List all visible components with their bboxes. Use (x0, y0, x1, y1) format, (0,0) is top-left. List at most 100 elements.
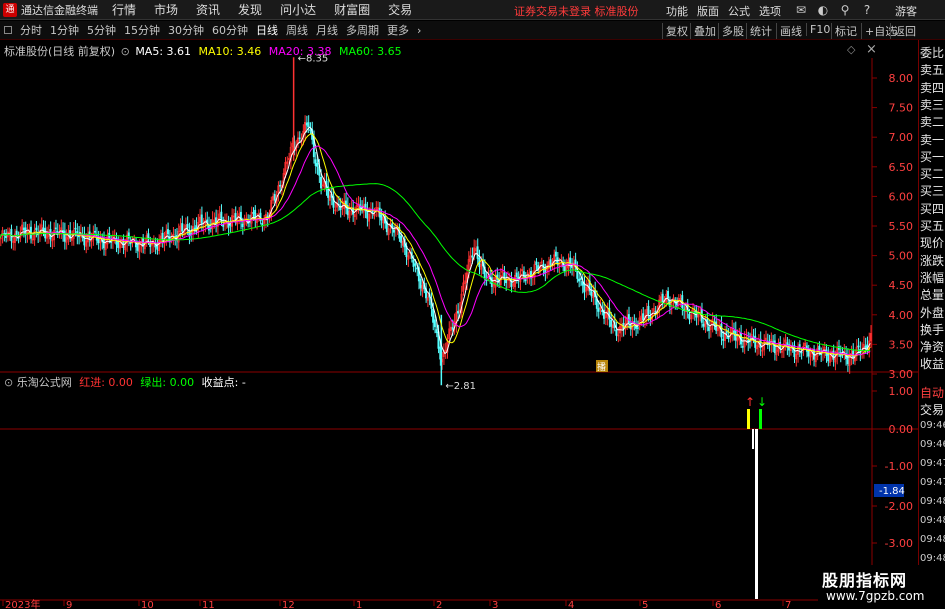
trade-time: 09:48 (920, 553, 945, 564)
date-tick-label: 1 (356, 600, 362, 609)
close-icon[interactable]: × (866, 42, 877, 57)
candle-body (627, 314, 630, 324)
side-item-1[interactable]: 卖五 (920, 61, 945, 78)
adjust-button[interactable]: 复权 (662, 23, 691, 39)
skin-icon[interactable]: ◐ (815, 2, 831, 18)
candle-body (279, 184, 282, 187)
chart-canvas[interactable]: 8.00 7.50 7.00 6.50 6.00 5.50 5.00 4.50 4.00 3.50… (0, 40, 918, 609)
period-15min[interactable]: 15分钟 (120, 22, 164, 38)
period-30min[interactable]: 30分钟 (164, 22, 208, 38)
stock-title: 标准股份(日线 前复权) (4, 45, 116, 58)
buy-signal-bar (747, 409, 750, 429)
guest-label[interactable]: 游客 (895, 3, 917, 19)
side-item-4[interactable]: 卖二 (920, 113, 945, 130)
period-monthly[interactable]: 月线 (312, 22, 342, 38)
sell-arrow-icon: ↓ (757, 395, 767, 409)
more-arrow-icon[interactable]: › (413, 24, 425, 37)
side-item-14[interactable]: 总量 (920, 286, 945, 303)
menu-options[interactable]: 选项 (759, 3, 781, 19)
period-5min[interactable]: 5分钟 (83, 22, 120, 38)
side-item-15[interactable]: 外盘 (920, 304, 945, 321)
mark-button[interactable]: 标记 (831, 23, 860, 39)
date-tick-label: 9 (66, 600, 72, 609)
candle-body (273, 194, 276, 201)
kline-chart[interactable]: 8.00 7.50 7.00 6.50 6.00 5.50 5.00 4.50 4.00 3.50… (0, 40, 918, 609)
candle-body (661, 293, 664, 303)
candle-body (773, 340, 776, 354)
side-item-16[interactable]: 换手 (920, 321, 945, 338)
side-item-12[interactable]: 涨跌 (920, 252, 945, 269)
menu-formula[interactable]: 公式 (728, 3, 750, 19)
period-multi[interactable]: 多周期 (342, 22, 383, 38)
trade-label[interactable]: 交易 (920, 401, 945, 418)
overlay-button[interactable]: 叠加 (690, 23, 719, 39)
login-warning[interactable]: 证券交易未登录 标准股份 (514, 3, 639, 19)
period-daily[interactable]: 日线 (252, 22, 282, 38)
side-item-8[interactable]: 买三 (920, 182, 945, 199)
side-item-18[interactable]: 收益 (920, 355, 945, 372)
candle-body (241, 223, 244, 228)
period-weekly[interactable]: 周线 (282, 22, 312, 38)
menu-wealth[interactable]: 财富圈 (334, 1, 370, 18)
candle-body (667, 290, 669, 299)
back-button[interactable]: 返回 (890, 23, 919, 39)
indicator-settings-icon[interactable]: ⊙ (4, 376, 13, 389)
side-item-11[interactable]: 现价 (920, 234, 945, 251)
message-icon[interactable]: ✉ (793, 2, 809, 18)
side-item-17[interactable]: 净资 (920, 338, 945, 355)
toggle-icon[interactable] (4, 26, 12, 34)
auto-label[interactable]: 自动 (920, 384, 945, 401)
candle-body (549, 259, 552, 266)
ma5-label: MA5: 3.61 (135, 45, 192, 58)
search-icon[interactable]: ⚲ (837, 2, 853, 18)
settings-icon[interactable]: ⊙ (121, 45, 130, 58)
stats-button[interactable]: 统计 (746, 23, 775, 39)
watermark: 股朋指标网 www.7gpzb.com (818, 565, 945, 609)
menu-market[interactable]: 市场 (154, 1, 178, 18)
menu-discover[interactable]: 发现 (238, 1, 262, 18)
side-item-7[interactable]: 买二 (920, 165, 945, 182)
period-1min[interactable]: 1分钟 (46, 22, 83, 38)
menu-function[interactable]: 功能 (666, 3, 688, 19)
menu-news[interactable]: 资讯 (196, 1, 220, 18)
candle-body (166, 229, 169, 235)
diamond-icon[interactable]: ◇ (847, 43, 855, 56)
candle-body (707, 326, 710, 331)
side-item-5[interactable]: 卖一 (920, 131, 945, 148)
menu-quotes[interactable]: 行情 (112, 1, 136, 18)
price-tick-label: 7.50 (889, 102, 914, 115)
candle-body (457, 310, 459, 314)
price-tick-label: 4.00 (889, 309, 914, 322)
candle-body (554, 251, 557, 257)
side-item-3[interactable]: 卖三 (920, 96, 945, 113)
menu-layout[interactable]: 版面 (697, 3, 719, 19)
side-item-0[interactable]: 委比 (920, 44, 945, 61)
candle-body (400, 235, 403, 243)
candle-body (590, 291, 593, 297)
price-tick-label: 8.00 (889, 72, 914, 85)
date-tick-label: 10 (141, 600, 154, 609)
menu-trade[interactable]: 交易 (388, 1, 412, 18)
side-item-2[interactable]: 卖四 (920, 79, 945, 96)
side-item-10[interactable]: 买五 (920, 217, 945, 234)
period-more[interactable]: 更多 (383, 22, 413, 38)
candle-body (252, 212, 255, 214)
period-60min[interactable]: 60分钟 (208, 22, 252, 38)
badge-label: 播 (597, 361, 606, 373)
period-intraday[interactable]: 分时 (16, 22, 46, 38)
draw-button[interactable]: 画线 (776, 23, 805, 39)
current-value: -1.84 (879, 486, 905, 497)
watermark-url: www.7gpzb.com (826, 589, 925, 603)
side-item-9[interactable]: 买四 (920, 200, 945, 217)
price-tick-label: 7.00 (889, 131, 914, 144)
candle-body (579, 278, 582, 280)
f10-button[interactable]: F10 (806, 23, 833, 36)
side-item-6[interactable]: 买一 (920, 148, 945, 165)
trade-time: 09:46 (920, 439, 945, 450)
side-item-13[interactable]: 涨幅 (920, 269, 945, 286)
menu-ask[interactable]: 问小达 (280, 1, 316, 18)
candle-body (864, 345, 867, 349)
date-tick-label: 4 (568, 600, 574, 609)
multi-stock-button[interactable]: 多股 (718, 23, 747, 39)
help-icon[interactable]: ? (859, 2, 875, 18)
